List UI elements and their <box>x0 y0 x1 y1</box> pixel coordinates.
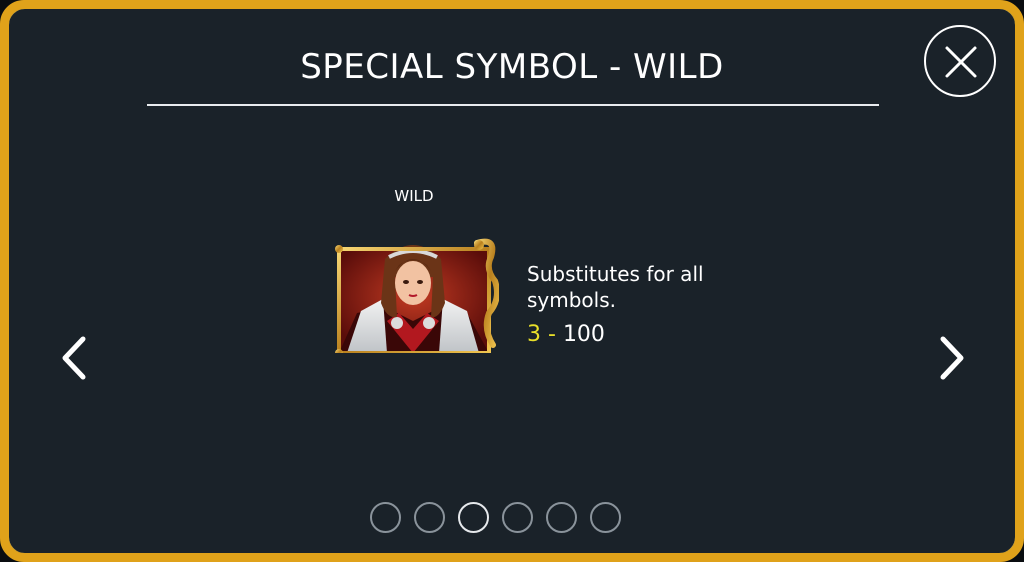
pagination-dot[interactable] <box>414 502 445 533</box>
chevron-left-icon <box>62 336 86 380</box>
previous-page-button[interactable] <box>53 331 93 385</box>
wild-symbol-image <box>327 237 500 357</box>
title-divider <box>147 104 879 106</box>
pagination-dot[interactable] <box>546 502 577 533</box>
symbol-name: WILD <box>394 187 434 205</box>
pagination-dot[interactable] <box>502 502 533 533</box>
close-button[interactable] <box>924 25 996 97</box>
payout-count: 3 - <box>527 322 556 347</box>
pagination-dots <box>370 502 621 533</box>
pagination-dot[interactable] <box>458 502 489 533</box>
chevron-right-icon <box>940 336 964 380</box>
paytable-panel: SPECIAL SYMBOL - WILD WILD Substitutes f… <box>0 0 1024 562</box>
pagination-dot[interactable] <box>590 502 621 533</box>
close-icon <box>945 46 977 78</box>
symbol-description: Substitutes for all symbols. <box>527 262 704 312</box>
pagination-dot[interactable] <box>370 502 401 533</box>
payout-row: 3 - 100 <box>527 322 605 347</box>
payout-value: 100 <box>562 322 605 347</box>
page-title: SPECIAL SYMBOL - WILD <box>300 47 724 87</box>
next-page-button[interactable] <box>933 331 973 385</box>
